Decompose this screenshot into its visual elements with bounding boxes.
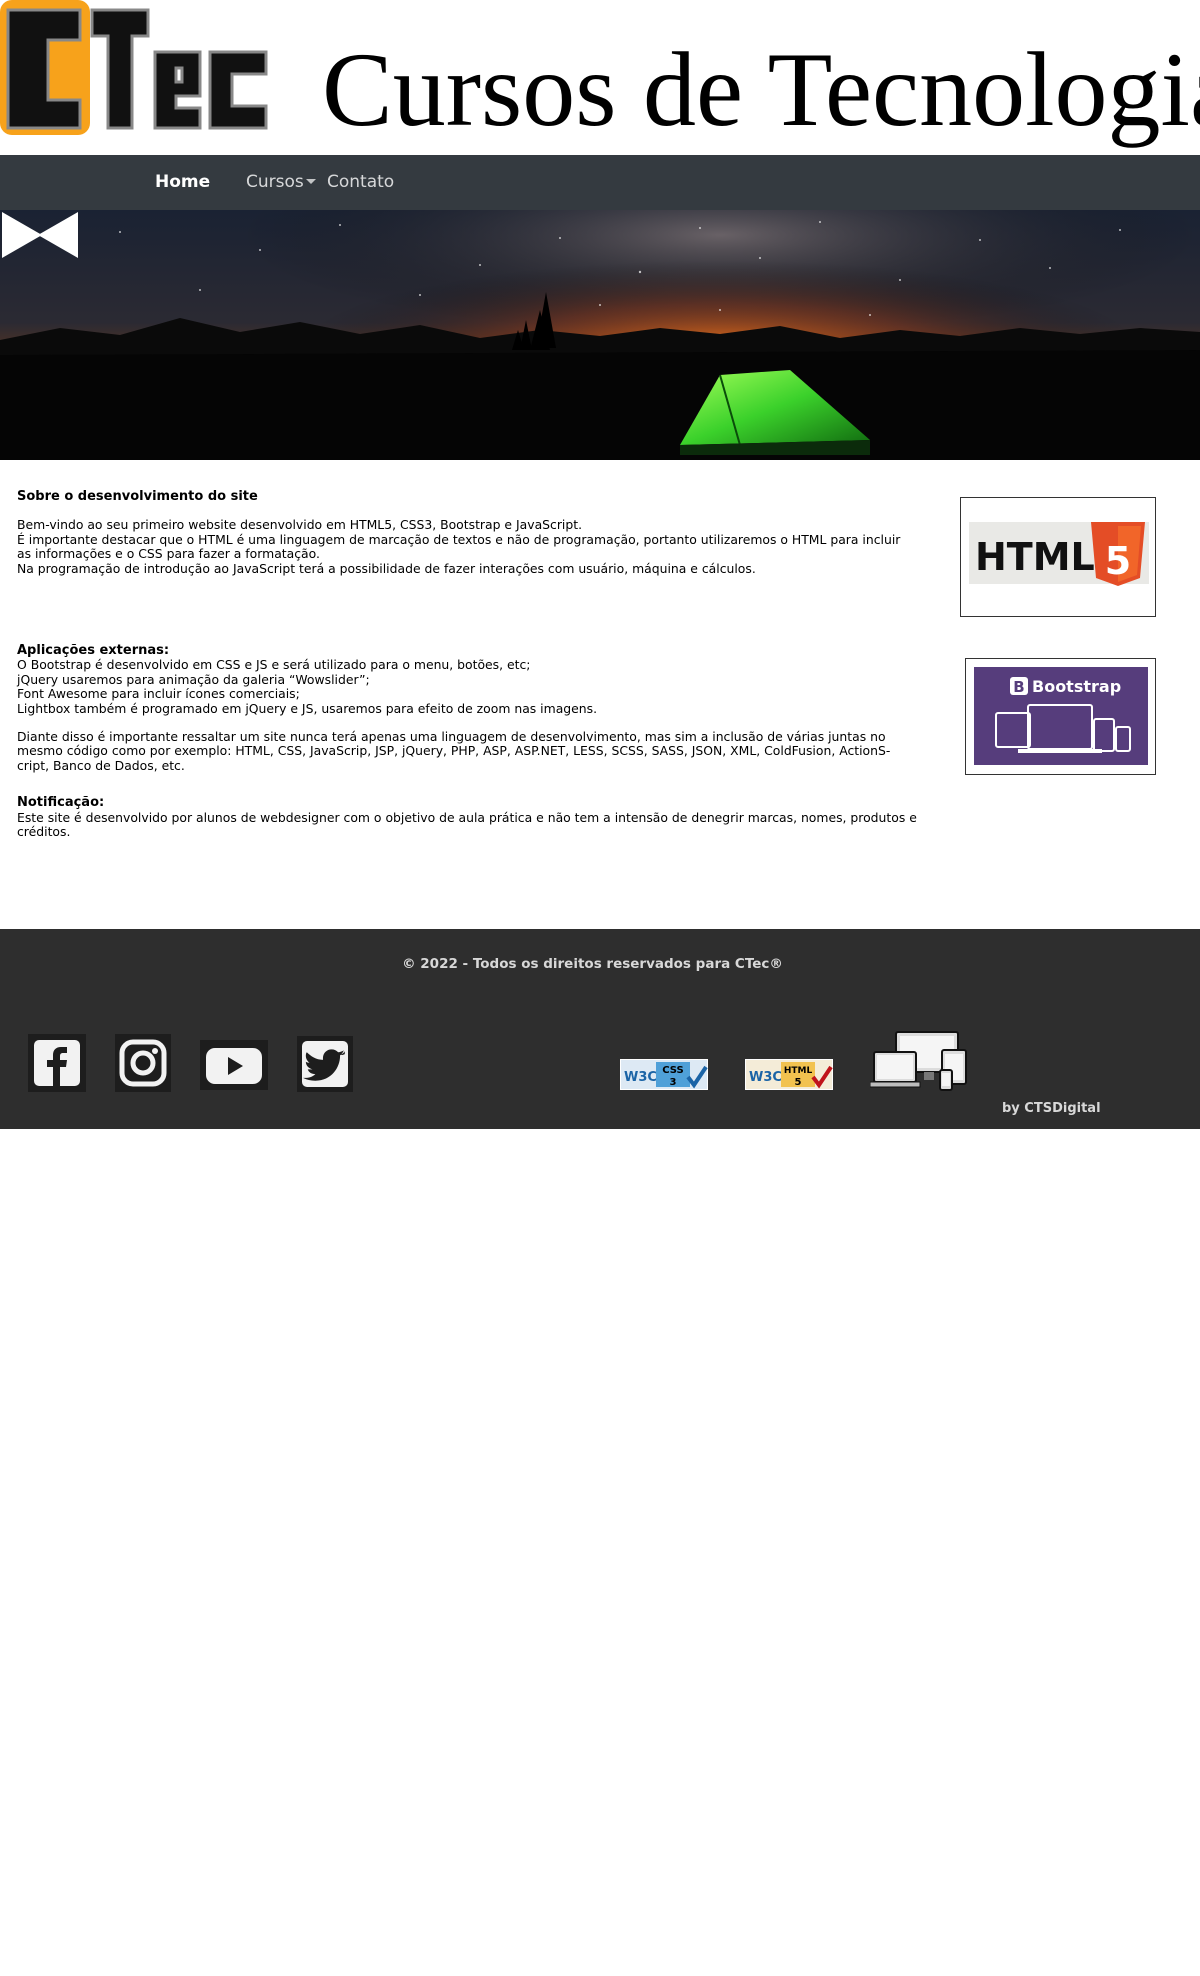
w3c-html-label: W3C xyxy=(749,1070,782,1085)
notification-text: Este site é desenvolvido por alunos de w… xyxy=(17,809,917,840)
youtube-icon[interactable] xyxy=(200,1040,268,1090)
main-content: Sobre o desenvolvimento do site Bem-vind… xyxy=(17,489,947,840)
site-header: Cursos de Tecnologia xyxy=(0,0,1200,155)
nav-cursos-dropdown[interactable]: Cursos xyxy=(246,155,316,210)
bootstrap-badge-text: Bootstrap xyxy=(1032,677,1121,696)
bootstrap-badge-letter: B xyxy=(1013,678,1024,696)
site-title: Cursos de Tecnologia xyxy=(322,31,1200,148)
slider-next-arrow-icon[interactable] xyxy=(0,210,44,260)
html-badge-num: 5 xyxy=(795,1077,802,1088)
html5-badge-text: HTML xyxy=(975,535,1095,579)
css-badge-text: CSS xyxy=(662,1065,683,1076)
w3c-css-label: W3C xyxy=(624,1070,657,1085)
image-slider[interactable] xyxy=(0,210,1200,460)
nav-contato[interactable]: Contato xyxy=(327,155,394,210)
bootstrap-logo-box: B Bootstrap xyxy=(965,658,1156,775)
html5-logo-box: HTML 5 xyxy=(960,497,1156,617)
external-line-1: O Bootstrap é desenvolvido em CSS e JS e… xyxy=(17,657,531,673)
nav-home[interactable]: Home xyxy=(155,155,210,210)
css-badge-num: 3 xyxy=(670,1077,677,1088)
nav-cursos-label: Cursos xyxy=(246,172,304,192)
bootstrap-logo-icon: B Bootstrap xyxy=(974,667,1148,765)
html5-logo-icon: HTML 5 xyxy=(969,522,1149,586)
about-line-1: Bem-vindo ao seu primeiro website desenv… xyxy=(17,517,583,533)
site-footer: © 2022 - Todos os direitos reservados pa… xyxy=(0,929,1200,1129)
copyright-text: © 2022 - Todos os direitos reservados pa… xyxy=(402,956,783,972)
html-badge-text: HTML xyxy=(784,1066,813,1076)
ctec-logo[interactable] xyxy=(0,0,270,140)
external-line-4: Lightbox também é programado em jQuery e… xyxy=(17,700,598,716)
twitter-icon[interactable] xyxy=(297,1036,353,1092)
html5-badge-num: 5 xyxy=(1105,539,1131,583)
w3c-html-badge[interactable]: W3C HTML 5 xyxy=(745,1059,833,1090)
section-about-title: Sobre o desenvolvimento do site xyxy=(17,489,258,504)
main-navbar: Home Cursos Contato xyxy=(0,155,1200,210)
section-external-apps-title: Aplicações externas: xyxy=(17,643,170,659)
external-line-2: jQuery usaremos para animação da galeria… xyxy=(17,671,370,687)
facebook-icon[interactable] xyxy=(28,1034,86,1092)
instagram-icon[interactable] xyxy=(115,1034,171,1092)
devices-icon xyxy=(870,1031,967,1091)
slider-image-night-tent xyxy=(0,210,1200,460)
caret-down-icon xyxy=(305,178,316,184)
w3c-css-badge[interactable]: W3C CSS 3 xyxy=(620,1059,708,1090)
about-line-3: Na programação de introdução ao JavaScri… xyxy=(17,560,756,576)
about-line-2: É importante destacar que o HTML é uma l… xyxy=(17,531,901,562)
byline-ctsdigital[interactable]: by CTSDigital xyxy=(1002,1101,1101,1116)
external-extra: Diante disso é importante ressaltar um s… xyxy=(17,729,891,773)
external-line-3: Font Awesome para incluir ícones comerci… xyxy=(17,686,300,702)
section-notification-title: Notificação: xyxy=(17,795,105,811)
